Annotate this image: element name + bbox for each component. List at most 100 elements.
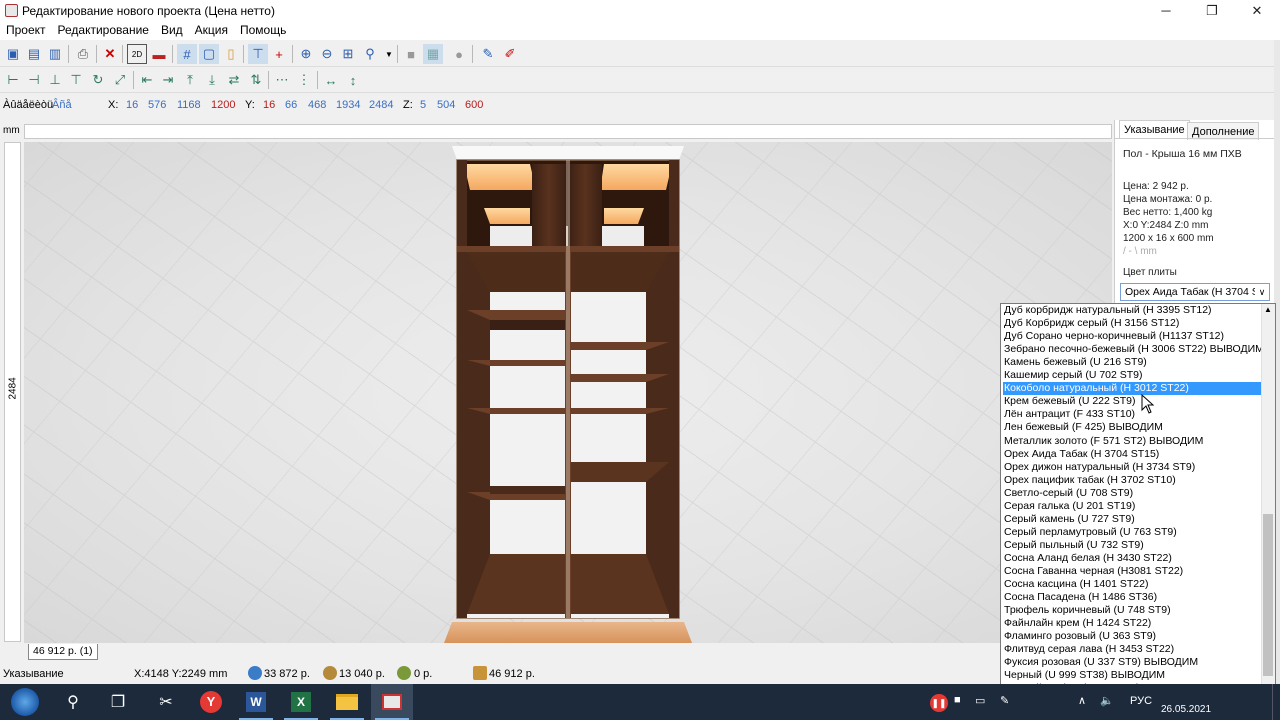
color-option[interactable]: Лен бежевый (F 425) ВЫВОДИМ <box>1003 421 1261 434</box>
zoom-fit-icon[interactable]: ⊞ <box>338 44 358 64</box>
color-option[interactable]: Кашемир серый (U 702 ST9) <box>1003 369 1261 382</box>
yandex-browser-icon[interactable]: Y <box>190 684 232 720</box>
close-icon[interactable]: ✕ <box>1234 0 1280 21</box>
color-dropdown-list[interactable]: Дуб корбридж натуральный (H 3395 ST12) Ду… <box>1000 303 1276 697</box>
language-indicator[interactable]: РУС <box>1130 695 1152 707</box>
color-option[interactable]: Флитвуд серая лава (H 3453 ST22) <box>1003 643 1261 656</box>
color-option[interactable]: Орех Аида Табак (H 3704 ST15) <box>1003 448 1261 461</box>
spacing-v-icon[interactable]: ↕ <box>343 70 363 90</box>
z-value[interactable]: 504 <box>437 99 455 111</box>
distribute-v-icon[interactable]: ⋮ <box>294 70 314 90</box>
texture-icon[interactable]: ▦ <box>423 44 443 64</box>
scrollbar-thumb[interactable] <box>1263 514 1273 676</box>
minimize-icon[interactable]: ─ <box>1143 0 1189 21</box>
x-value[interactable]: 16 <box>126 99 138 111</box>
color-option[interactable]: Фламинго розовый (U 363 ST9) <box>1003 630 1261 643</box>
scroll-up-icon[interactable]: ▲ <box>1264 305 1272 314</box>
align-left-icon[interactable]: ⊢ <box>3 70 23 90</box>
y-value[interactable]: 16 <box>263 99 275 111</box>
magic-icon[interactable]: ✎ <box>478 44 498 64</box>
color-option[interactable]: Черный (U 999 ST38) ВЫВОДИМ <box>1003 669 1261 682</box>
word-icon[interactable]: W <box>235 684 277 720</box>
start-icon[interactable] <box>4 684 46 720</box>
y-value[interactable]: 468 <box>308 99 326 111</box>
volume-icon[interactable]: 🔈 <box>1100 694 1114 707</box>
color-option[interactable]: Лён антрацит (F 433 ST10) <box>1003 408 1261 421</box>
sphere-icon[interactable]: ● <box>449 44 469 64</box>
panel-icon[interactable]: ▯ <box>221 44 241 64</box>
color-option[interactable]: Сосна касцина (H 1401 ST22) <box>1003 578 1261 591</box>
color-option[interactable]: Дуб Корбридж серый (H 3156 ST12) <box>1003 317 1261 330</box>
show-desktop-button[interactable] <box>1272 684 1280 720</box>
search-icon[interactable]: ⚲ <box>52 684 94 720</box>
grid-icon[interactable]: # <box>177 44 197 64</box>
record-window-icon[interactable]: ▭ <box>975 694 985 707</box>
move-left-icon[interactable]: ⇤ <box>137 70 157 90</box>
menu-view[interactable]: Вид <box>155 21 189 37</box>
crosshair-icon[interactable]: + <box>269 44 289 64</box>
furniture-app-icon[interactable] <box>371 684 413 720</box>
record-pen-icon[interactable]: ✎ <box>1000 694 1009 707</box>
delete-icon[interactable]: ✕ <box>100 44 120 64</box>
color-option[interactable]: Сосна Пасадена (H 1486 ST36) <box>1003 591 1261 604</box>
color-option[interactable]: Файнлайн крем (H 1424 ST22) <box>1003 617 1261 630</box>
x-value[interactable]: 1200 <box>211 99 235 111</box>
record-stop-icon[interactable]: ■ <box>954 694 961 706</box>
menu-edit[interactable]: Редактирование <box>52 21 155 37</box>
record-pause-icon[interactable]: ❚❚ <box>930 694 948 712</box>
open-icon[interactable]: ▥ <box>45 44 65 64</box>
distribute-h-icon[interactable]: ⋯ <box>272 70 292 90</box>
color-option[interactable]: Сосна Аланд белая (H 3430 ST22) <box>1003 552 1261 565</box>
new-icon[interactable]: ▤ <box>24 44 44 64</box>
restore-icon[interactable]: ❐ <box>1189 0 1235 21</box>
board-color-select[interactable]: Орех Аида Табак (H 3704 ST15) ∨ <box>1120 283 1270 301</box>
chevron-down-icon[interactable]: ∨ <box>1255 284 1269 300</box>
rotate-icon[interactable]: ↻ <box>88 70 108 90</box>
clock-date[interactable]: 26.05.2021 <box>1161 704 1211 715</box>
tab-view-1[interactable]: 46 912 р. (1) <box>28 644 98 660</box>
color-option[interactable]: Орех дижон натуральный (H 3734 ST9) <box>1003 461 1261 474</box>
menu-action[interactable]: Акция <box>189 21 234 37</box>
z-value[interactable]: 5 <box>420 99 426 111</box>
menu-project[interactable]: Проект <box>0 21 52 37</box>
z-value[interactable]: 600 <box>465 99 483 111</box>
color-option[interactable]: Дуб корбридж натуральный (H 3395 ST12) <box>1003 304 1261 317</box>
x-value[interactable]: 576 <box>148 99 166 111</box>
zoom-out-icon[interactable]: ⊖ <box>317 44 337 64</box>
paint-icon[interactable]: ✐ <box>500 44 520 64</box>
y-value[interactable]: 2484 <box>369 99 393 111</box>
move-right-icon[interactable]: ⇥ <box>158 70 178 90</box>
color-option[interactable]: Камень бежевый (U 216 ST9) <box>1003 356 1261 369</box>
frame-icon[interactable]: ▢ <box>199 44 219 64</box>
box-icon[interactable]: ■ <box>401 44 421 64</box>
color-option[interactable]: Серый пыльный (U 732 ST9) <box>1003 539 1261 552</box>
mirror-icon[interactable]: ⇄ <box>224 70 244 90</box>
y-value[interactable]: 1934 <box>336 99 360 111</box>
color-option[interactable]: Фуксия розовая (U 337 ST9) ВЫВОДИМ <box>1003 656 1261 669</box>
tray-expand-icon[interactable]: ∧ <box>1078 694 1086 707</box>
color-option[interactable]: Светло-серый (U 708 ST9) <box>1003 487 1261 500</box>
y-value[interactable]: 66 <box>285 99 297 111</box>
align-center-icon[interactable]: ⊣ <box>24 70 44 90</box>
color-option[interactable]: Серый камень (U 727 ST9) <box>1003 513 1261 526</box>
select-all-link[interactable]: Âñå <box>52 99 72 111</box>
3d-viewport[interactable] <box>24 142 1112 643</box>
skew-icon[interactable]: ⤢ <box>110 70 130 90</box>
dropdown-scrollbar[interactable]: ▲ ▼ <box>1261 304 1275 696</box>
color-option[interactable]: Сосна Гаванна черная (H3081 ST22) <box>1003 565 1261 578</box>
color-option[interactable]: Кокоболо натуральный (H 3012 ST22) <box>1003 382 1261 396</box>
view-2d-icon[interactable]: 2D <box>127 44 147 64</box>
x-value[interactable]: 1168 <box>177 99 201 111</box>
zoom-in-icon[interactable]: ⊕ <box>296 44 316 64</box>
flip-icon[interactable]: ⇅ <box>246 70 266 90</box>
align-bottom-icon[interactable]: ⊥ <box>45 70 65 90</box>
color-option[interactable]: Серая галька (U 201 ST19) <box>1003 500 1261 513</box>
view-3d-icon[interactable]: ▬ <box>149 44 169 64</box>
color-option[interactable]: Трюфель коричневый (U 748 ST9) <box>1003 604 1261 617</box>
zoom-icon[interactable]: ⚲ <box>360 44 380 64</box>
file-explorer-icon[interactable] <box>326 684 368 720</box>
color-option[interactable]: Дуб Сорано черно-коричневый (H1137 ST12) <box>1003 330 1261 343</box>
task-view-icon[interactable]: ❐ <box>97 684 139 720</box>
color-option[interactable]: Зебрано песочно-бежевый (H 3006 ST22) ВЫ… <box>1003 343 1261 356</box>
color-option[interactable]: Металлик золото (F 571 ST2) ВЫВОДИМ <box>1003 435 1261 448</box>
